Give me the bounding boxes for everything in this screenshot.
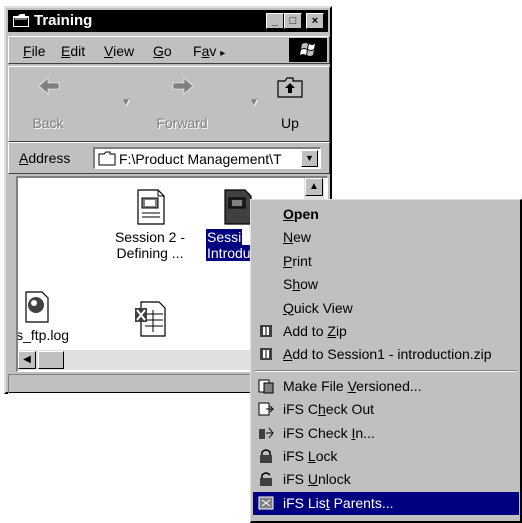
context-menu-label: Quick View [283,299,353,316]
file-item-excel[interactable] [126,300,176,341]
scroll-thumb[interactable] [38,351,64,369]
back-arrow-icon [38,77,60,95]
file-name-line1: Session 2 - [114,229,186,245]
context-menu-label: Show [283,276,319,293]
file-item-ws-ftp-log[interactable]: ws_ftp.log [16,290,70,343]
context-menu-item-new[interactable]: New [253,226,519,249]
file-name-line2: Defining ... [116,245,184,261]
folder-icon [13,14,29,27]
context-menu-label: Add to Zip [283,323,347,339]
context-menu-label: iFS Unlock [283,471,351,488]
ifs-version-icon [258,379,274,394]
menu-edit[interactable]: Edit [61,43,85,59]
context-menu-item-open[interactable]: Open [253,203,519,226]
context-menu-label: Add to Session1 - introduction.zip [283,346,492,363]
minimize-button[interactable]: _ [266,13,284,29]
forward-button[interactable]: Forward [147,73,217,135]
context-menu-item-lock[interactable]: iFS Lock [253,445,519,468]
back-dropdown-icon[interactable]: ▼ [121,97,131,108]
context-menu-label: iFS Lock [283,448,338,464]
context-menu-item-check-out[interactable]: iFS Check Out [253,398,519,421]
winzip-icon [260,325,272,337]
context-menu-label: Print [283,252,312,269]
menu-favorites[interactable]: Fav ▸ [193,43,225,59]
forward-arrow-icon [172,77,194,95]
menu-overflow-chevron[interactable]: ▸ [220,48,225,59]
context-menu-item-add-to-zip[interactable]: Add to Zip [253,320,519,343]
file-name-line1: ws_ftp.log [16,327,70,343]
context-menu-item-list-parents[interactable]: iFS List Parents... [253,491,519,515]
lock-icon [260,449,272,463]
context-menu-label: iFS List Parents... [283,494,394,511]
context-menu-item-unlock[interactable]: iFS Unlock [253,468,519,491]
context-menu-item-show[interactable]: Show [253,273,519,296]
log-file-icon [25,291,49,323]
ifs-checkout-icon [258,402,275,416]
menu-separator [255,369,517,372]
unlock-icon [260,472,272,487]
maximize-button[interactable]: □ [284,13,302,29]
context-menu-item-print[interactable]: Print [253,250,519,273]
context-menu-item-quick-view[interactable]: Quick View [253,297,519,320]
title-bar[interactable]: Training _ □ × [8,10,328,32]
file-name-line2: Introdu [206,245,252,261]
window-title: Training [34,12,93,29]
up-folder-icon [277,77,303,98]
context-menu-label: iFS Check Out [283,401,375,418]
context-menu-item-add-to-session-zip[interactable]: Add to Session1 - introduction.zip [253,343,519,366]
scroll-left-button[interactable]: ◀ [18,351,36,369]
windows-flag-icon [300,43,315,56]
up-button[interactable]: Up [255,73,325,135]
powerpoint-document-icon [137,189,165,225]
menu-bar: File Edit View Go Fav ▸ [8,36,330,64]
windows-logo [289,38,327,62]
close-button[interactable]: × [306,13,324,29]
excel-document-icon [135,301,166,337]
context-menu-item-check-in[interactable]: iFS Check In... [253,422,519,445]
menu-view[interactable]: View [104,43,134,59]
winzip-icon [260,348,272,361]
address-value: F:\Product Management\T [119,151,282,167]
folder-icon [98,151,116,166]
address-dropdown-button[interactable]: ▼ [301,150,318,167]
standard-toolbar: Back ▼ Forward ▼ Up [8,66,330,142]
file-name-line1: Sessi [206,229,243,245]
back-button[interactable]: Back [13,73,83,135]
scroll-up-button[interactable]: ▲ [305,178,323,196]
ifs-parents-icon [258,496,274,510]
context-menu-label: iFS Check In... [283,424,375,441]
address-bar: Address F:\Product Management\T ▼ [8,142,330,174]
address-label: Address [19,150,71,166]
ifs-checkin-icon [259,427,274,439]
context-menu: Open New Print Show Quick View Add to Zip Add … [250,199,522,523]
address-field[interactable]: F:\Product Management\T ▼ [93,147,321,169]
context-menu-item-make-versioned[interactable]: Make File Versioned... [253,375,519,398]
context-menu-label: Make File Versioned... [283,377,422,394]
context-menu-label: New [283,229,312,246]
menu-file[interactable]: File [23,43,46,59]
file-item-session2[interactable]: Session 2 - Defining ... [102,188,198,261]
menu-go[interactable]: Go [153,43,172,59]
context-menu-label: Open [283,206,319,222]
